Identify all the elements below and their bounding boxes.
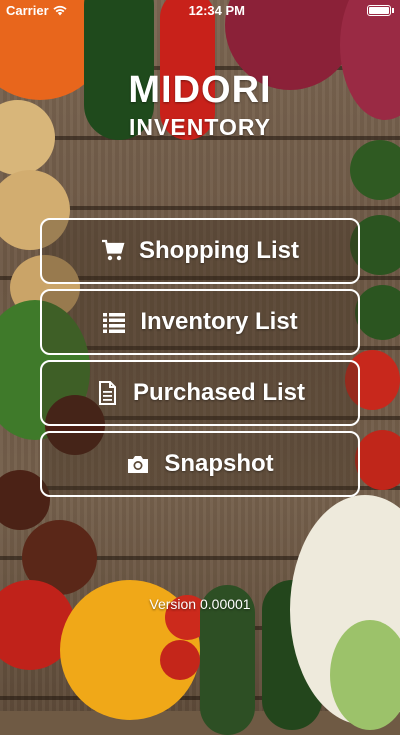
wifi-icon — [53, 5, 67, 15]
app-title: MIDORI INVENTORY — [0, 66, 400, 140]
carrier-label: Carrier — [6, 2, 49, 18]
battery-cap — [391, 7, 394, 13]
status-bar: Carrier 12:34 PM — [0, 0, 400, 20]
status-time: 12:34 PM — [188, 2, 245, 18]
subtitle-text: INVENTORY — [129, 114, 271, 140]
title-text: MIDORI — [128, 69, 272, 111]
snapshot-button[interactable]: Snapshot — [40, 431, 360, 497]
camera-icon — [128, 456, 149, 473]
inventory-list-button[interactable]: Inventory List — [40, 289, 360, 355]
snapshot-label: Snapshot — [164, 450, 274, 477]
version-label: Version 0.00001 — [149, 596, 251, 612]
shopping-list-button[interactable]: Shopping List — [40, 218, 360, 284]
cart-icon — [102, 239, 125, 261]
battery-icon — [366, 4, 391, 16]
purchased-list-button[interactable]: Purchased List — [40, 360, 360, 426]
purchased-list-label: Purchased List — [132, 379, 306, 406]
inventory-list-label: Inventory List — [140, 308, 298, 335]
list-icon — [103, 313, 126, 333]
shopping-list-label: Shopping List — [139, 237, 299, 264]
main-menu: Shopping List Inventory List Purchased L… — [40, 218, 360, 502]
document-icon — [98, 381, 116, 405]
